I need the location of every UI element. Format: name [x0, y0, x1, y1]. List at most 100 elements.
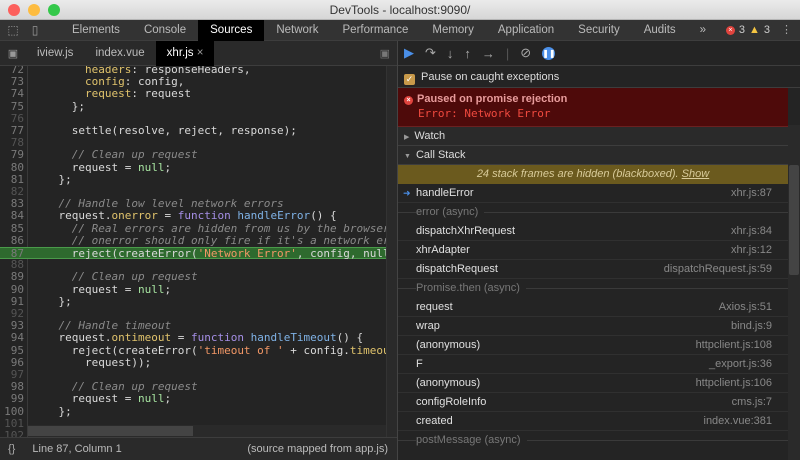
call-frame[interactable]: dispatchRequestdispatchRequest.js:59	[398, 260, 788, 279]
step-over-icon[interactable]: ↷	[425, 45, 436, 61]
call-frame[interactable]: created index.vue:381	[398, 412, 788, 431]
tab-performance[interactable]: Performance	[331, 20, 421, 41]
line-number[interactable]: 74	[0, 88, 24, 100]
line-number[interactable]: 90	[0, 284, 24, 296]
call-frame[interactable]: (anonymous)httpclient.js:108	[398, 336, 788, 355]
call-frame[interactable]: configRoleInfocms.js:7	[398, 393, 788, 412]
more-options-icon[interactable]: ⋮	[781, 20, 792, 41]
sidebar-scrollbar[interactable]	[788, 125, 800, 460]
code-line[interactable]: 75 };	[0, 101, 386, 113]
async-label: Promise.then (async)	[416, 282, 526, 294]
watch-section-header[interactable]: ▶Watch	[398, 127, 788, 146]
line-number[interactable]: 102	[0, 430, 24, 437]
tab-sources[interactable]: Sources	[198, 20, 264, 41]
file-tab[interactable]: xhr.js ×	[156, 41, 215, 66]
line-number[interactable]: 99	[0, 393, 24, 405]
code-token: request =	[32, 161, 138, 174]
file-tab[interactable]: iview.js	[26, 41, 84, 66]
call-frame[interactable]: (anonymous)httpclient.js:106	[398, 374, 788, 393]
code-token: request));	[32, 356, 151, 369]
line-number[interactable]: 75	[0, 101, 24, 113]
code-token: request	[85, 87, 131, 100]
frame-location[interactable]: index.vue:381	[704, 412, 773, 430]
frame-location[interactable]: httpclient.js:108	[696, 336, 772, 354]
more-tabs-button[interactable]: »	[688, 20, 718, 41]
toggle-navigator-icon[interactable]: ▣	[0, 47, 26, 60]
minimize-window-button[interactable]	[28, 4, 40, 16]
tab-console[interactable]: Console	[132, 20, 198, 41]
call-frame[interactable]: wrapbind.js:9	[398, 317, 788, 336]
step-into-icon[interactable]: ↓	[447, 46, 454, 61]
frame-location[interactable]: bind.js:9	[731, 317, 772, 335]
step-icon[interactable]: →	[482, 46, 495, 61]
editor-status-bar: {} Line 87, Column 1 (source mapped from…	[0, 437, 398, 460]
call-frame[interactable]: dispatchXhrRequestxhr.js:84	[398, 222, 788, 241]
deactivate-breakpoints-icon[interactable]: ⊘	[520, 45, 531, 61]
tab-security[interactable]: Security	[566, 20, 632, 41]
line-number[interactable]: 95	[0, 345, 24, 357]
frame-location[interactable]: xhr.js:12	[731, 241, 772, 259]
call-frame[interactable]: xhrAdapter xhr.js:12	[398, 241, 788, 260]
scroll-thumb[interactable]	[28, 426, 193, 436]
code-line[interactable]: 86 // onerror should only fire if it's a…	[0, 235, 386, 247]
line-number[interactable]: 84	[0, 210, 24, 222]
frame-location[interactable]: xhr.js:84	[731, 222, 772, 240]
resume-icon[interactable]: ▶︎	[404, 45, 414, 61]
source-map-info[interactable]: (source mapped from app.js)	[247, 438, 388, 460]
show-frames-link[interactable]: Show	[682, 168, 710, 180]
line-number[interactable]: 85	[0, 223, 24, 235]
scroll-thumb[interactable]	[789, 165, 799, 275]
callstack-section-header[interactable]: ▼Call Stack	[398, 146, 788, 165]
frame-location[interactable]: Axios.js:51	[719, 298, 772, 316]
line-number[interactable]: 79	[0, 149, 24, 161]
pause-on-exceptions-icon[interactable]: ❚❚	[542, 47, 555, 60]
code-line[interactable]: 77 settle(resolve, reject, response);	[0, 125, 386, 137]
code-token: config	[85, 75, 125, 88]
code-line[interactable]: 91 };	[0, 296, 386, 308]
close-tab-icon[interactable]: ×	[194, 47, 204, 59]
code-editor[interactable]: 72 headers: responseHeaders,73 config: c…	[0, 66, 398, 437]
tab-application[interactable]: Application	[486, 20, 566, 41]
code-line[interactable]: 87 reject(createError('Network Error', c…	[0, 247, 386, 259]
frame-location[interactable]: _export.js:36	[709, 355, 772, 373]
pretty-print-button[interactable]: {}	[8, 443, 15, 455]
line-number[interactable]: 100	[0, 406, 24, 418]
call-frame[interactable]: ➜handleErrorxhr.js:87	[398, 184, 788, 203]
editor-horizontal-scrollbar[interactable]	[28, 425, 386, 437]
tab-memory[interactable]: Memory	[420, 20, 486, 41]
issue-counters[interactable]: ×3 ▲3	[726, 20, 770, 41]
close-window-button[interactable]	[8, 4, 20, 16]
cursor-position: Line 87, Column 1	[32, 443, 121, 455]
error-count: 3	[739, 20, 745, 41]
frame-name: created	[416, 412, 453, 430]
tab-elements[interactable]: Elements	[60, 20, 132, 41]
toggle-debugger-icon[interactable]: ▣	[380, 47, 390, 60]
debugger-toolbar: ▶︎ ↷ ↓ ↑ → | ⊘ ❚❚	[398, 41, 800, 66]
line-number[interactable]: 94	[0, 332, 24, 344]
step-out-icon[interactable]: ↑	[464, 46, 471, 61]
async-separator: Promise.then (async)	[398, 279, 788, 298]
maximize-window-button[interactable]	[48, 4, 60, 16]
tab-audits[interactable]: Audits	[632, 20, 688, 41]
line-number[interactable]: 80	[0, 162, 24, 174]
line-number[interactable]: 89	[0, 271, 24, 283]
frame-name: xhrAdapter	[416, 241, 470, 259]
code-line[interactable]: 81 };	[0, 174, 386, 186]
call-frame[interactable]: requestAxios.js:51	[398, 298, 788, 317]
code-line[interactable]: 100 };	[0, 406, 386, 418]
frame-location[interactable]: dispatchRequest.js:59	[664, 260, 772, 278]
line-number[interactable]: 86	[0, 235, 24, 247]
code-token: ;	[164, 392, 171, 405]
file-tab[interactable]: index.vue	[84, 41, 155, 66]
frame-location[interactable]: cms.js:7	[732, 393, 772, 411]
device-toolbar-icon[interactable]: ▯	[24, 23, 46, 37]
code-token: reject(createError(	[32, 344, 198, 357]
frame-location[interactable]: httpclient.js:106	[696, 374, 772, 392]
call-frame[interactable]: F_export.js:36	[398, 355, 788, 374]
inspect-element-icon[interactable]: ⬚	[2, 23, 24, 37]
pause-caught-exceptions-checkbox[interactable]: ✓Pause on caught exceptions	[398, 66, 800, 88]
code-line[interactable]: 96 request));	[0, 357, 386, 369]
checkbox-checked-icon[interactable]: ✓	[404, 74, 415, 85]
frame-location[interactable]: xhr.js:87	[731, 184, 772, 202]
tab-network[interactable]: Network	[264, 20, 330, 41]
